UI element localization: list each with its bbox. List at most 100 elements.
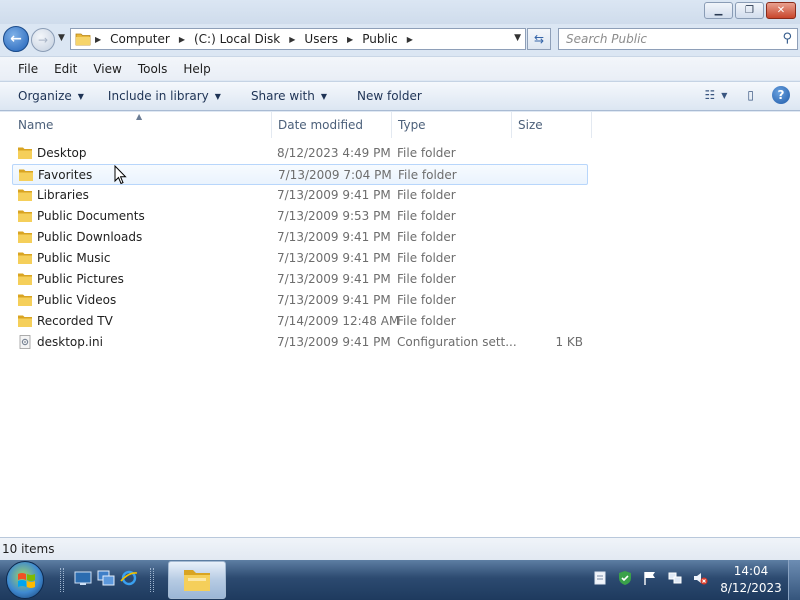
flag-icon[interactable] bbox=[642, 570, 658, 586]
breadcrumb-computer[interactable]: Computer bbox=[110, 32, 170, 46]
file-type: File folder bbox=[397, 272, 456, 286]
taskbar-grip[interactable] bbox=[150, 568, 154, 592]
file-row[interactable]: desktop.ini 7/13/2009 9:41 PM Configurat… bbox=[12, 332, 588, 353]
file-name: Recorded TV bbox=[37, 314, 113, 328]
menu-bar: File Edit View Tools Help bbox=[0, 56, 800, 80]
menu-help[interactable]: Help bbox=[183, 62, 210, 76]
switch-windows-icon[interactable] bbox=[97, 570, 115, 586]
column-size[interactable]: Size bbox=[512, 112, 592, 138]
menu-file[interactable]: File bbox=[18, 62, 38, 76]
include-in-library-button[interactable]: Include in library ▼ bbox=[108, 89, 221, 103]
file-name: Public Downloads bbox=[37, 230, 143, 244]
menu-tools[interactable]: Tools bbox=[138, 62, 168, 76]
file-type: Configuration sett... bbox=[397, 335, 517, 349]
file-row[interactable]: Public Documents 7/13/2009 9:53 PM File … bbox=[12, 206, 588, 227]
clock[interactable]: 14:04 8/12/2023 bbox=[718, 563, 784, 597]
file-name: Desktop bbox=[37, 146, 87, 160]
search-icon[interactable]: ⚲ bbox=[782, 31, 792, 46]
start-button[interactable] bbox=[6, 561, 44, 599]
file-name: Libraries bbox=[37, 188, 89, 202]
file-row[interactable]: Public Downloads 7/13/2009 9:41 PM File … bbox=[12, 227, 588, 248]
taskbar-grip[interactable] bbox=[60, 568, 64, 592]
file-row[interactable]: Favorites 7/13/2009 7:04 PM File folder bbox=[12, 164, 588, 185]
maximize-button[interactable]: ❐ bbox=[735, 2, 764, 19]
breadcrumb-local-disk[interactable]: (C:) Local Disk bbox=[194, 32, 280, 46]
taskbar: 14:04 8/12/2023 bbox=[0, 560, 800, 600]
folder-icon bbox=[18, 210, 32, 222]
share-with-button[interactable]: Share with ▼ bbox=[251, 89, 327, 103]
breadcrumb-public[interactable]: Public bbox=[362, 32, 398, 46]
column-type-label: Type bbox=[398, 118, 426, 132]
action-center-icon[interactable] bbox=[592, 570, 608, 586]
preview-pane-icon[interactable]: ▯ bbox=[747, 88, 754, 102]
file-date: 7/13/2009 9:41 PM bbox=[277, 230, 391, 244]
breadcrumb-users[interactable]: Users bbox=[304, 32, 338, 46]
chevron-down-icon: ▼ bbox=[320, 91, 327, 101]
file-name: desktop.ini bbox=[37, 335, 103, 349]
volume-muted-icon[interactable] bbox=[692, 570, 708, 586]
help-icon[interactable]: ? bbox=[772, 86, 790, 104]
organize-button[interactable]: Organize ▼ bbox=[18, 89, 84, 103]
file-date: 7/14/2009 12:48 AM bbox=[277, 314, 400, 328]
breadcrumb-separator[interactable]: ▶ bbox=[173, 35, 191, 44]
folder-icon bbox=[18, 294, 32, 306]
taskbar-explorer-button[interactable] bbox=[168, 561, 226, 599]
clock-time: 14:04 bbox=[733, 564, 769, 578]
forward-button[interactable]: → bbox=[31, 28, 55, 52]
breadcrumb-separator[interactable]: ▶ bbox=[401, 35, 419, 44]
folder-icon bbox=[18, 273, 32, 285]
file-row[interactable]: Desktop 8/12/2023 4:49 PM File folder bbox=[12, 143, 588, 164]
column-name-label: Name bbox=[18, 118, 54, 132]
show-desktop-icon[interactable] bbox=[74, 570, 92, 586]
title-bar: ▁ ❐ ✕ bbox=[0, 0, 800, 24]
mouse-cursor-icon bbox=[114, 165, 127, 185]
column-date-modified-label: Date modified bbox=[278, 118, 364, 132]
file-date: 7/13/2009 9:41 PM bbox=[277, 272, 391, 286]
breadcrumb-separator[interactable]: ▶ bbox=[95, 35, 107, 44]
breadcrumb-separator[interactable]: ▶ bbox=[341, 35, 359, 44]
address-dropdown-icon[interactable]: ▼ bbox=[514, 33, 521, 43]
show-desktop-button[interactable] bbox=[788, 560, 800, 600]
folder-icon bbox=[18, 189, 32, 201]
file-row[interactable]: Recorded TV 7/14/2009 12:48 AM File fold… bbox=[12, 311, 588, 332]
refresh-button[interactable]: ⇆ bbox=[527, 28, 551, 50]
close-button[interactable]: ✕ bbox=[766, 2, 796, 19]
file-name: Public Documents bbox=[37, 209, 145, 223]
column-type[interactable]: Type bbox=[392, 112, 512, 138]
view-options-icon[interactable]: ☷ bbox=[704, 88, 715, 102]
share-with-label: Share with bbox=[250, 89, 315, 103]
security-shield-icon[interactable] bbox=[617, 570, 633, 586]
file-type: File folder bbox=[397, 293, 456, 307]
file-row[interactable]: Public Music 7/13/2009 9:41 PM File fold… bbox=[12, 248, 588, 269]
minimize-button[interactable]: ▁ bbox=[704, 2, 733, 19]
breadcrumb-separator[interactable]: ▶ bbox=[283, 35, 301, 44]
file-date: 7/13/2009 9:41 PM bbox=[277, 335, 391, 349]
network-icon[interactable] bbox=[667, 570, 683, 586]
internet-explorer-icon[interactable] bbox=[120, 570, 138, 586]
file-date: 7/13/2009 9:53 PM bbox=[277, 209, 391, 223]
file-row[interactable]: Public Pictures 7/13/2009 9:41 PM File f… bbox=[12, 269, 588, 290]
back-button[interactable]: ← bbox=[3, 26, 29, 52]
menu-view[interactable]: View bbox=[93, 62, 121, 76]
column-name[interactable]: Name bbox=[12, 112, 272, 138]
new-folder-button[interactable]: New folder bbox=[357, 89, 422, 103]
chevron-down-icon[interactable]: ▼ bbox=[721, 91, 727, 100]
column-date-modified[interactable]: Date modified bbox=[272, 112, 392, 138]
file-date: 7/13/2009 9:41 PM bbox=[277, 251, 391, 265]
file-row[interactable]: Public Videos 7/13/2009 9:41 PM File fol… bbox=[12, 290, 588, 311]
folder-icon bbox=[18, 252, 32, 264]
file-name: Public Videos bbox=[37, 293, 117, 307]
menu-edit[interactable]: Edit bbox=[54, 62, 77, 76]
arrow-right-icon: → bbox=[37, 33, 49, 47]
folder-icon bbox=[75, 33, 91, 46]
command-bar: Organize ▼ Include in library ▼ Share with… bbox=[0, 81, 800, 111]
search-box[interactable]: ⚲ bbox=[558, 28, 798, 50]
column-header-row: ▲ Name Date modified Type Size bbox=[0, 112, 800, 138]
file-row[interactable]: Libraries 7/13/2009 9:41 PM File folder bbox=[12, 185, 588, 206]
file-type: File folder bbox=[397, 230, 456, 244]
file-type: File folder bbox=[397, 146, 456, 160]
address-bar[interactable]: ▶ Computer ▶ (C:) Local Disk ▶ Users ▶ P… bbox=[70, 28, 526, 50]
search-input[interactable] bbox=[566, 32, 776, 46]
clock-date: 8/12/2023 bbox=[720, 581, 782, 595]
recent-pages-dropdown[interactable]: ▼ bbox=[58, 33, 65, 43]
